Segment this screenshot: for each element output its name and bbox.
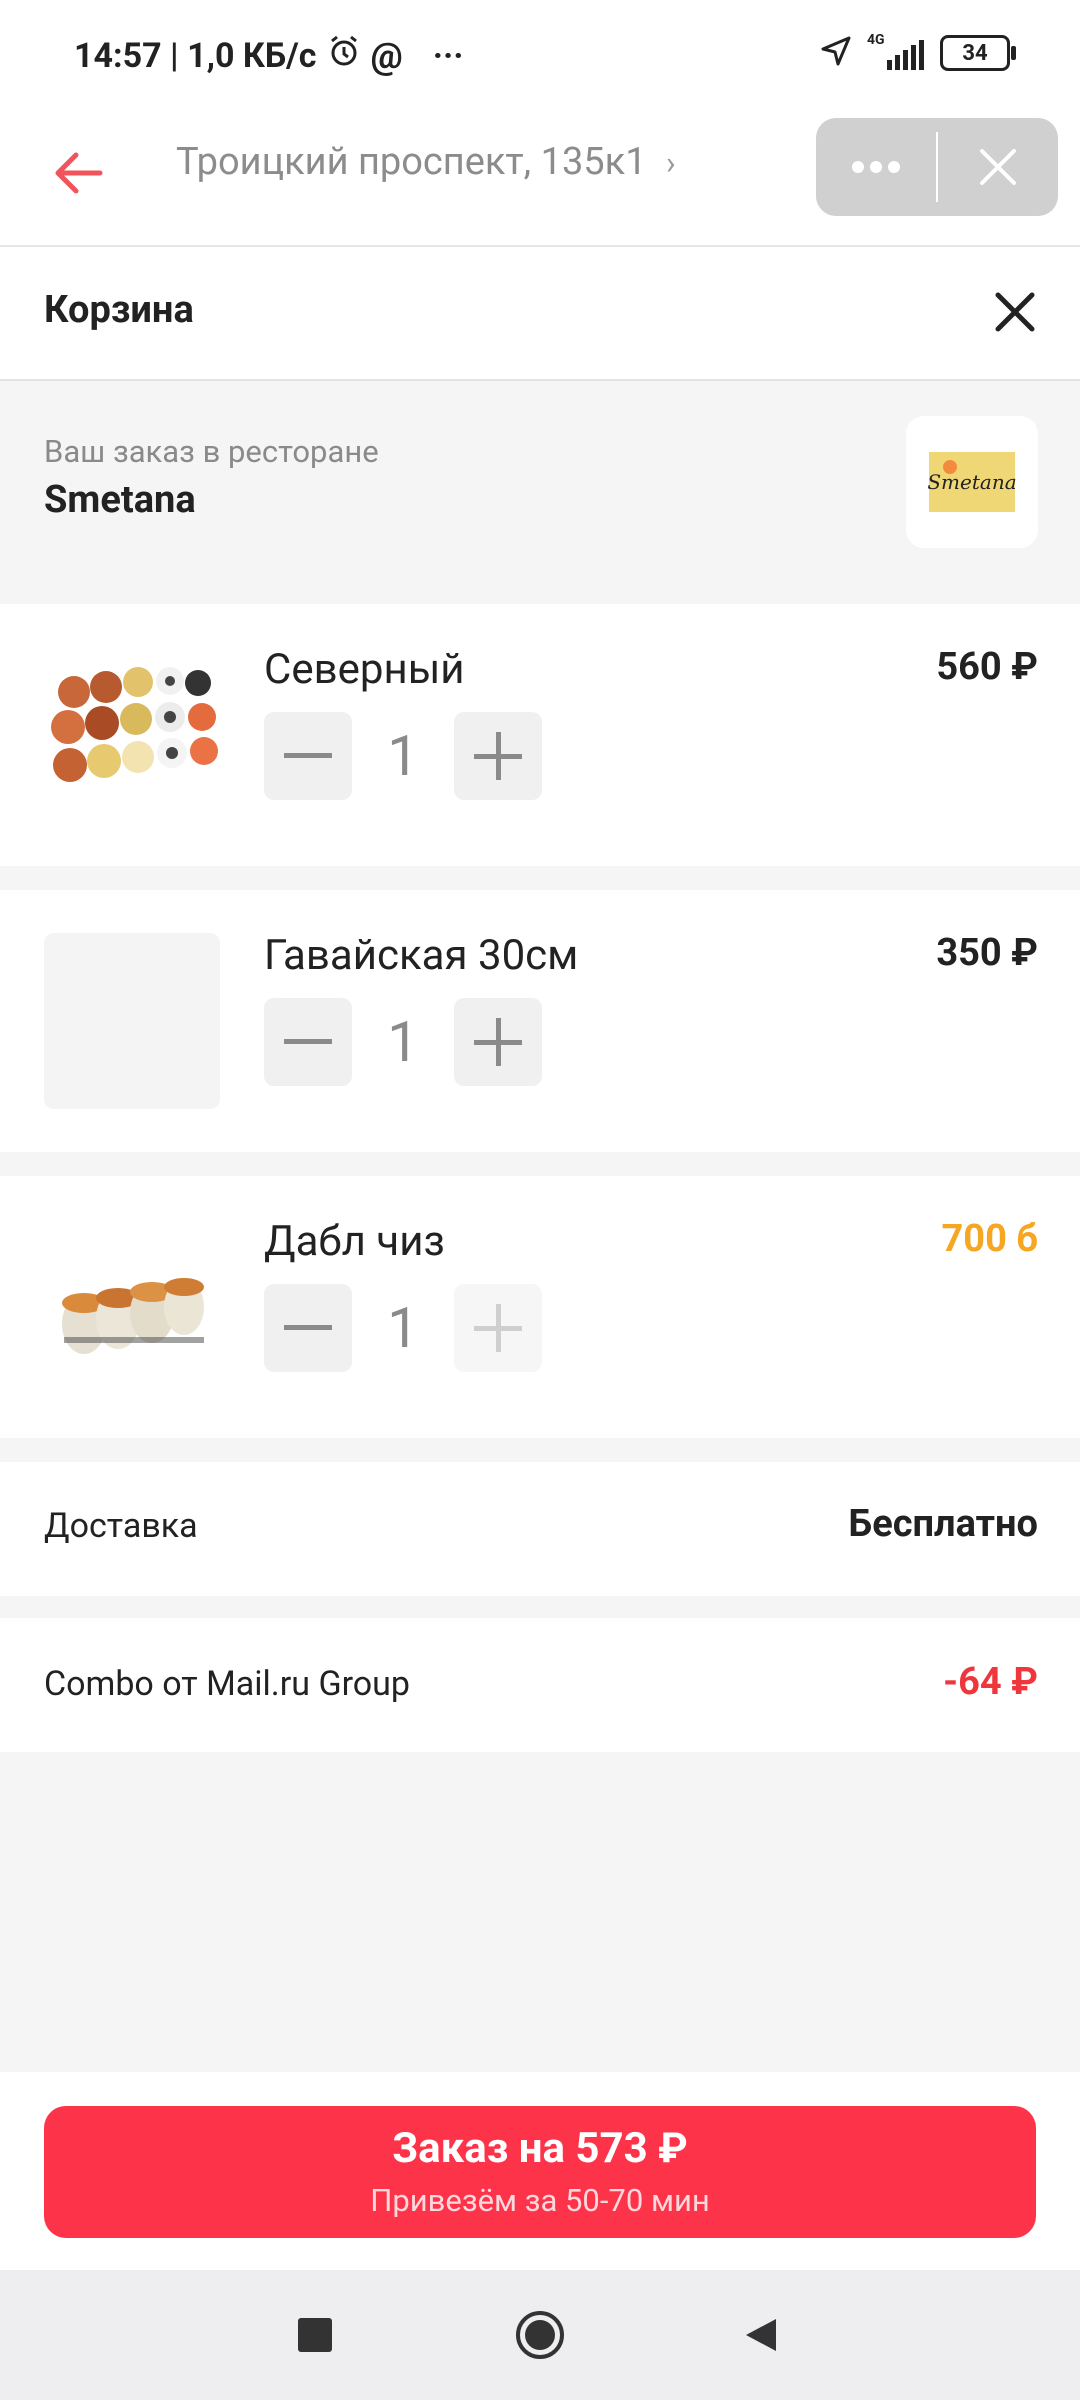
close-cart-button[interactable] bbox=[990, 287, 1040, 337]
item-name: Северный bbox=[264, 645, 465, 694]
item-image-placeholder[interactable] bbox=[44, 933, 220, 1109]
item-price: 560 ₽ bbox=[936, 645, 1038, 689]
item-image-sushi-set[interactable] bbox=[44, 647, 220, 823]
item-price: 700 б bbox=[941, 1217, 1038, 1261]
increase-button[interactable] bbox=[454, 998, 542, 1086]
delivery-address[interactable]: Троицкий проспект, 135к1 › bbox=[176, 140, 676, 184]
item-price: 350 ₽ bbox=[936, 931, 1038, 975]
minus-icon bbox=[284, 1039, 332, 1044]
plus-icon bbox=[474, 1018, 522, 1066]
minus-icon bbox=[284, 1325, 332, 1330]
more-dots-icon: ··· bbox=[432, 35, 464, 76]
close-icon bbox=[980, 149, 1016, 185]
status-right: 4G 34 bbox=[819, 32, 1016, 72]
location-icon bbox=[819, 34, 853, 72]
delivery-time: Привезём за 50-70 мин bbox=[370, 2182, 710, 2219]
quantity-stepper: 1 bbox=[264, 712, 542, 800]
decrease-button[interactable] bbox=[264, 712, 352, 800]
item-name: Гавайская 30см bbox=[264, 931, 579, 980]
logo-plate: Smetana bbox=[927, 452, 1017, 512]
order-total: Заказ на 573 ₽ bbox=[392, 2124, 688, 2173]
restaurant-name: Smetana bbox=[44, 478, 196, 522]
at-icon: @ bbox=[370, 34, 403, 77]
logo-text: Smetana bbox=[927, 470, 1017, 494]
recents-button[interactable] bbox=[280, 2300, 350, 2370]
address-text: Троицкий проспект, 135к1 bbox=[176, 140, 647, 184]
signal-icon: 4G bbox=[867, 32, 924, 70]
status-time: 14:57 | 1,0 КБ/с bbox=[74, 35, 317, 76]
home-button[interactable] bbox=[505, 2300, 575, 2370]
network-type: 4G bbox=[867, 32, 885, 48]
close-miniapp-button[interactable] bbox=[938, 118, 1058, 216]
discount-label: Combo от Mail.ru Group bbox=[44, 1664, 411, 1704]
place-order-button[interactable]: Заказ на 573 ₽ Привезём за 50-70 мин bbox=[44, 2106, 1036, 2238]
back-button[interactable] bbox=[725, 2300, 795, 2370]
close-icon bbox=[995, 292, 1035, 332]
quantity-stepper: 1 bbox=[264, 998, 542, 1086]
status-left: 14:57 | 1,0 КБ/с @ ··· bbox=[74, 34, 464, 77]
restaurant-subtitle: Ваш заказ в ресторане bbox=[44, 433, 379, 470]
quantity-value: 1 bbox=[387, 1009, 419, 1075]
item-image-rolls[interactable] bbox=[44, 1219, 220, 1395]
increase-button[interactable] bbox=[454, 712, 542, 800]
triangle-back-icon bbox=[746, 2319, 776, 2351]
more-options-button[interactable] bbox=[816, 118, 936, 216]
discount-value: -64 ₽ bbox=[943, 1660, 1038, 1704]
minus-icon bbox=[284, 753, 332, 758]
delivery-value: Бесплатно bbox=[848, 1502, 1038, 1546]
plus-icon bbox=[474, 1304, 522, 1352]
restaurant-logo[interactable]: Smetana bbox=[906, 416, 1038, 548]
item-name: Дабл чиз bbox=[264, 1217, 445, 1266]
circle-icon bbox=[516, 2311, 564, 2359]
cart-title: Корзина bbox=[44, 288, 194, 332]
back-arrow-icon[interactable] bbox=[50, 145, 106, 201]
battery-icon: 34 bbox=[940, 35, 1016, 71]
chevron-right-icon: › bbox=[665, 144, 676, 182]
more-icon bbox=[852, 161, 900, 173]
decrease-button[interactable] bbox=[264, 1284, 352, 1372]
quantity-value: 1 bbox=[387, 1295, 419, 1361]
delivery-label: Доставка bbox=[44, 1506, 198, 1546]
logo-dot bbox=[943, 460, 957, 474]
quantity-stepper: 1 bbox=[264, 1284, 542, 1372]
miniapp-capsule bbox=[816, 118, 1058, 216]
square-icon bbox=[298, 2318, 332, 2352]
alarm-icon bbox=[327, 34, 361, 77]
decrease-button[interactable] bbox=[264, 998, 352, 1086]
quantity-value: 1 bbox=[387, 723, 419, 789]
increase-button[interactable] bbox=[454, 1284, 542, 1372]
plus-icon bbox=[474, 732, 522, 780]
